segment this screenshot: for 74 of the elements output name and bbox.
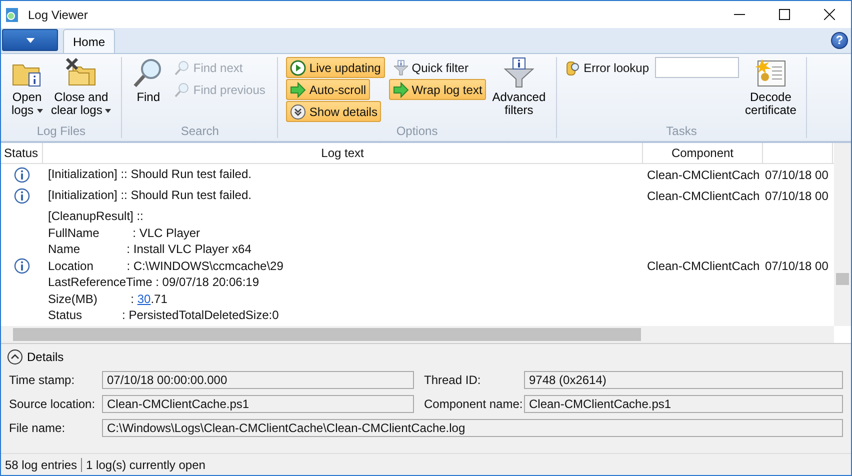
info-icon [14,258,30,274]
log-text-line: Name : Install VLC Player x64 [48,241,252,258]
certificate-icon [754,57,787,89]
read-only-field[interactable]: Clean-CMClientCache.ps1 [524,395,843,413]
magnifier-icon [174,60,190,76]
caret-icon [26,38,34,42]
field-label: Time stamp: [9,373,76,387]
column-header[interactable]: Log text [43,143,643,163]
log-text-line: FullName : VLC Player [48,224,202,241]
toggle-button[interactable]: Wrap log text [388,79,486,100]
toggle-button[interactable]: Show details [286,101,382,122]
field-label: File name: [9,421,66,435]
ribbon-large-button[interactable]: Find [130,57,166,104]
size-link[interactable]: 30 [137,292,151,306]
log-text-line: [Initialization] :: Should Run test failed. [48,187,252,204]
column-header[interactable]: Component [643,143,763,163]
column-header[interactable]: Status [1,143,43,163]
toggle-button[interactable]: Live updating [286,57,385,78]
log-text-line: [Initialization] :: Should Run test failed. [48,166,252,183]
play-icon [290,60,306,76]
ribbon-group-title: Search [180,124,220,138]
chevron-icon [7,349,23,365]
table-cell: 07/10/18 00 [765,188,828,202]
info-icon [14,188,30,204]
ribbon-group-title: Options [395,124,439,138]
status-text: 1 log(s) currently open [85,458,206,472]
ribbon-group-title: Log Files [36,124,87,138]
ribbon-group-title: Tasks [665,124,698,138]
details-toggle[interactable]: Details [7,349,64,365]
read-only-field[interactable]: C:\Windows\Logs\Clean-CMClientCache\Clean-CMClientCache.log [102,419,843,437]
log-text-line: LastReferenceTime : 09/07/18 20:06:19 [48,274,260,290]
arrow-right-icon [392,82,409,98]
log-text-line: Size(MB) : 30.71 [48,290,168,307]
ribbon-large-button[interactable]: Advanced filters [490,57,548,117]
ribbon-tab[interactable]: Home [63,29,116,53]
read-only-field[interactable]: 07/10/18 00:00:00.000 [102,371,414,389]
lookup-icon [564,60,581,76]
log-text-line: [CleanupResult] :: [48,208,144,224]
field-label: Component name: [423,397,524,411]
table-cell: Clean-CMClientCach [647,188,760,202]
table-cell: 07/10/18 00 [765,258,828,273]
table-cell: Clean-CMClientCach [647,168,760,182]
funnel-icon [392,60,409,76]
close-icon[interactable] [824,9,835,20]
magnifier-icon [174,82,190,98]
ribbon-large-button[interactable]: Open logs [9,57,45,117]
table-cell: 07/10/18 00 [765,168,828,182]
help-button[interactable]: ? [831,32,848,49]
maximize-icon[interactable] [779,9,790,20]
error-lookup-label: Error lookup [584,60,650,74]
horizontal-scrollbar[interactable] [1,326,834,343]
vertical-scrollbar[interactable] [834,143,851,326]
toggle-button[interactable]: Quick filter [388,57,472,78]
field-label: Source location: [9,397,96,411]
log-text-line: Status : PersistedTotalDeletedSize:0 [48,307,280,324]
ribbon-large-button[interactable]: Decode certificate [743,57,798,117]
ribbon-large-button[interactable]: Close and clear logs [49,57,114,117]
info-icon [14,166,30,182]
table-cell: Clean-CMClientCach [647,258,760,273]
status-text: 58 log entries [1,458,82,472]
field-label: Thread ID: [423,373,482,387]
window-title: Log Viewer [28,8,88,22]
funnel-icon [502,57,535,89]
application-menu-button[interactable] [2,29,58,51]
app-icon [4,6,20,22]
read-only-field[interactable]: 9748 (0x2614) [524,371,843,389]
log-row[interactable]: [Initialization] :: Should Run test failed. Clean-CMClientCach 07/10/18 00 [1,185,834,206]
arrow-right-icon [290,82,306,98]
error-lookup-field[interactable] [655,57,740,78]
toggle-button[interactable]: Auto-scroll [286,79,370,100]
log-row[interactable]: [Initialization] :: Should Run test failed. Clean-CMClientCach 07/10/18 00 [1,164,834,185]
read-only-field[interactable]: Clean-CMClientCache.ps1 [102,395,414,413]
log-text-line: Location : C:\WINDOWS\ccmcache\29 [48,258,284,274]
double-chevron-icon [290,104,306,120]
